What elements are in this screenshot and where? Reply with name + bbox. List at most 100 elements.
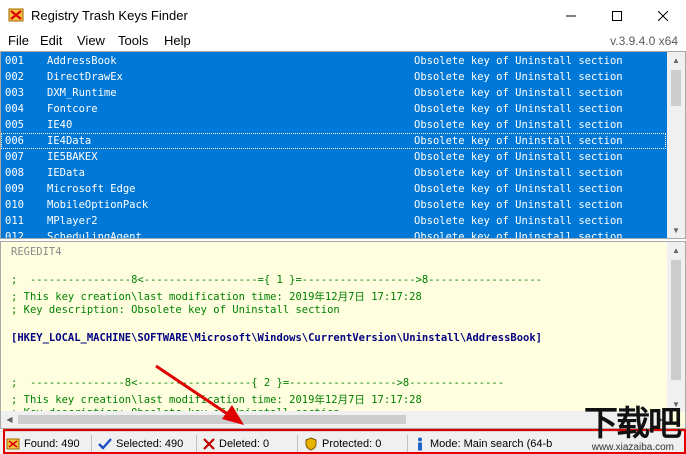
key-number: 007 [5,151,24,163]
info-icon [418,437,422,451]
menu-file[interactable]: File [8,33,29,48]
list-item[interactable]: 003 DXM_Runtime Obsolete key of Uninstall … [1,85,666,101]
delete-x-icon [203,438,215,450]
registry-key-path: [HKEY_LOCAL_MACHINE\SOFTWARE\Microsoft\W… [11,332,543,344]
key-name: IE40 [47,119,73,131]
key-number: 012 [5,231,24,239]
minimize-button[interactable] [548,0,594,31]
key-name: Fontcore [47,103,98,115]
separator-line: ; ----------------8<------------------={… [11,274,543,286]
key-number: 008 [5,167,24,179]
status-divider [91,435,92,452]
minimize-icon [566,15,576,16]
key-number: 003 [5,87,24,99]
scroll-thumb[interactable] [671,260,681,380]
window-title: Registry Trash Keys Finder [31,8,188,23]
scroll-thumb[interactable] [18,415,406,424]
list-item[interactable]: 001 AddressBook Obsolete key of Uninstall … [1,53,666,69]
key-name: DXM_Runtime [47,87,117,99]
shield-icon [305,437,317,451]
list-item-focused[interactable]: 006 IE4Data Obsolete key of Uninstall sect… [1,133,666,149]
version-label: v.3.9.4.0 x64 [610,34,678,48]
menu-tools[interactable]: Tools [118,33,148,48]
menu-edit[interactable]: Edit [40,33,62,48]
close-button[interactable] [640,0,686,31]
close-icon [658,10,668,21]
trash-keys-list[interactable]: 001 AddressBook Obsolete key of Uninstall … [0,51,686,239]
search-mode: Mode: Main search (64-b [430,438,553,450]
checkmark-icon [98,438,112,450]
key-number: 002 [5,71,24,83]
protected-count: Protected: 0 [322,438,382,450]
list-item[interactable]: 002 DirectDrawEx Obsolete key of Uninstall… [1,69,666,85]
app-icon [8,8,24,22]
key-number: 001 [5,55,24,67]
list-item[interactable]: 011 MPlayer2 Obsolete key of Uninstall sec… [1,213,666,229]
list-item[interactable]: 008 IEData Obsolete key of Uninstall secti… [1,165,666,181]
key-description: Obsolete key of Uninstall section [414,151,623,163]
key-name: IEData [47,167,85,179]
key-description: Obsolete key of Uninstall section [414,71,623,83]
maximize-button[interactable] [594,0,640,31]
scroll-thumb[interactable] [671,70,681,106]
timestamp-comment: ; This key creation\last modification ti… [11,394,422,406]
status-selected: Selected: 490 [98,436,183,452]
menu-bar: File Edit View Tools Help v.3.9.4.0 x64 [0,31,686,51]
list-item[interactable]: 012 SchedulingAgent Obsolete key of Uninst… [1,229,666,239]
list-item[interactable]: 004 Fontcore Obsolete key of Uninstall sec… [1,101,666,117]
key-number: 004 [5,103,24,115]
key-number: 006 [5,135,24,147]
key-description: Obsolete key of Uninstall section [414,87,623,99]
status-deleted: Deleted: 0 [203,436,269,452]
found-count: Found: 490 [24,438,80,450]
key-name: Microsoft Edge [47,183,136,195]
key-name: IE5BAKEX [47,151,98,163]
list-item[interactable]: 010 MobileOptionPack Obsolete key of Unins… [1,197,666,213]
key-number: 010 [5,199,24,211]
deleted-count: Deleted: 0 [219,438,270,450]
status-divider [196,435,197,452]
maximize-icon [612,10,622,21]
status-mode: Mode: Main search (64-b [414,436,552,452]
selected-count: Selected: 490 [116,438,184,450]
separator-line: ; ---------------8<------------------{ 2… [11,377,505,389]
status-divider [407,435,408,452]
regedit-header: REGEDIT4 [11,246,62,258]
key-name: IE4Data [47,135,92,147]
key-name: MPlayer2 [47,215,98,227]
watermark-logo: 下载吧 [584,404,682,444]
status-divider [297,435,298,452]
key-number: 005 [5,119,24,131]
list-item[interactable]: 007 IE5BAKEX Obsolete key of Uninstall sec… [1,149,666,165]
key-name: DirectDrawEx [47,71,123,83]
key-description: Obsolete key of Uninstall section [414,103,623,115]
scroll-left-icon[interactable]: ◀ [1,411,18,428]
list-item[interactable]: 009 Microsoft Edge Obsolete key of Uninsta… [1,181,666,197]
list-scrollbar[interactable]: ▲ ▼ [667,52,685,238]
menu-view[interactable]: View [77,33,105,48]
scroll-up-icon[interactable]: ▲ [667,242,685,258]
key-description: Obsolete key of Uninstall section [414,215,623,227]
status-found: Found: 490 [6,436,80,452]
key-description: Obsolete key of Uninstall section [414,231,623,239]
timestamp-comment: ; This key creation\last modification ti… [11,291,422,303]
key-name: SchedulingAgent [47,231,142,239]
menu-help[interactable]: Help [164,33,191,48]
key-description: Obsolete key of Uninstall section [414,167,623,179]
found-icon [6,438,20,450]
watermark-url: www.xiazaiba.com [591,442,674,453]
description-comment: ; Key description: Obsolete key of Unins… [11,304,340,316]
key-description: Obsolete key of Uninstall section [414,183,623,195]
title-bar: Registry Trash Keys Finder [0,0,686,31]
key-number: 009 [5,183,24,195]
key-description: Obsolete key of Uninstall section [414,135,623,147]
scroll-up-icon[interactable]: ▲ [667,52,685,68]
key-name: MobileOptionPack [47,199,149,211]
key-description: Obsolete key of Uninstall section [414,119,623,131]
scroll-down-icon[interactable]: ▼ [667,222,685,238]
key-description: Obsolete key of Uninstall section [414,55,623,67]
site-watermark: 下载吧 www.xiazaiba.com [550,396,686,454]
detail-vertical-scrollbar[interactable]: ▲ ▼ [667,242,685,412]
list-item[interactable]: 005 IE40 Obsolete key of Uninstall section [1,117,666,133]
key-name: AddressBook [47,55,117,67]
